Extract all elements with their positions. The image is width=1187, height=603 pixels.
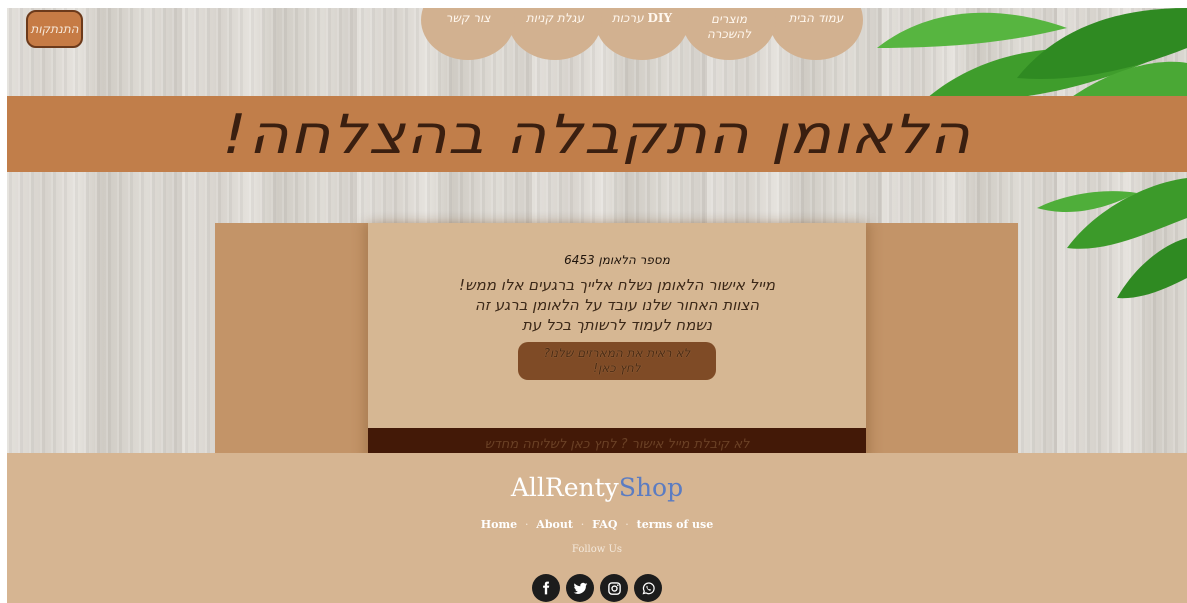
footer: AllRentyShop Home · About · FAQ · terms … (7, 453, 1187, 603)
footer-link-faq[interactable]: FAQ (592, 518, 617, 531)
nav-item-label: עגלת קניות (525, 11, 585, 25)
nav-item-diy-kits[interactable]: ערכות DIY (595, 8, 689, 60)
nav-item-label: עמוד הבית (788, 11, 844, 25)
footer-link-home[interactable]: Home (481, 518, 517, 531)
nav-item-rental-products[interactable]: מוצרים להשכרה (682, 8, 776, 60)
view-kits-button[interactable]: לא ראית את המארזים שלנו? לחץ כאן! (518, 342, 716, 380)
footer-links: Home · About · FAQ · terms of use (480, 518, 714, 531)
twitter-icon[interactable] (566, 574, 594, 602)
title-banner: הלאומן התקבלה בהצלחה! (7, 96, 1187, 172)
nav-item-home[interactable]: עמוד הבית (769, 8, 863, 60)
main-nav: עמוד הבית מוצרים להשכרה ערכות DIY עגלת ק… (417, 8, 867, 70)
nav-item-label: צור קשר (445, 11, 491, 25)
page: התנתקות עמוד הבית מוצרים להשכרה ערכות DI… (7, 8, 1187, 603)
nav-item-label: מוצרים להשכרה (706, 12, 752, 41)
footer-brand[interactable]: AllRentyShop (7, 473, 1187, 502)
whatsapp-icon[interactable] (634, 574, 662, 602)
order-confirmation-card: מספר הלאומן 6453 מייל אישור הלאומן נשלח … (368, 223, 866, 460)
page-title: הלאומן התקבלה בהצלחה! (222, 102, 972, 166)
order-confirmation-panel: מספר הלאומן 6453 מייל אישור הלאומן נשלח … (215, 223, 1018, 460)
instagram-icon[interactable] (600, 574, 628, 602)
follow-us-label: Follow Us (571, 544, 623, 555)
footer-link-terms[interactable]: terms of use (637, 518, 714, 531)
footer-link-about[interactable]: About (536, 518, 573, 531)
confirmation-message: מייל אישור הלאומן נשלח אלייך ברגעים אלו … (458, 276, 776, 334)
social-links (7, 574, 1187, 602)
logout-button[interactable]: התנתקות (26, 10, 83, 48)
facebook-icon[interactable] (532, 574, 560, 602)
nav-item-cart[interactable]: עגלת קניות (508, 8, 602, 60)
order-number: מספר הלאומן 6453 (564, 253, 670, 267)
nav-item-label: ערכות DIY (611, 11, 673, 25)
nav-item-contact[interactable]: צור קשר (421, 8, 515, 60)
